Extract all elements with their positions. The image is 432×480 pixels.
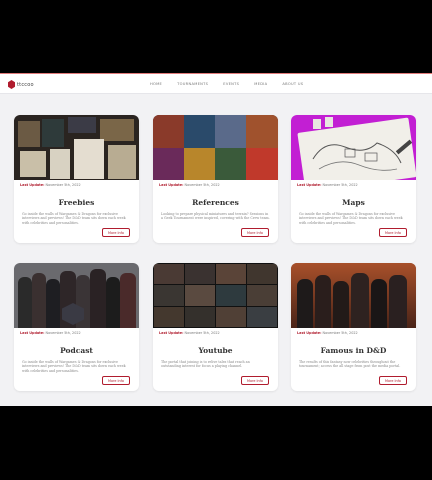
card-date: Last Update: November 5th, 2022 [159, 183, 220, 187]
card-description: Go inside the walls of Wargames & Dragon… [22, 360, 126, 373]
site-logo[interactable]: ttccoo [8, 80, 34, 89]
nav-link-media[interactable]: MEDIA [254, 82, 267, 86]
card-title: Freebies [58, 198, 95, 207]
letterbox-top [0, 0, 432, 73]
navbar: ttccoo HOME TOURNAMENTS EVENTS MEDIA ABO… [0, 73, 432, 94]
card-description: Go inside the walls of Wargames & Dragon… [22, 212, 126, 225]
map-sketch-icon [312, 142, 402, 171]
nav-link-events[interactable]: EVENTS [223, 82, 239, 86]
more-info-button[interactable]: More Info [102, 376, 130, 385]
maps-image [291, 115, 416, 180]
references-image [153, 115, 278, 180]
card-description: Looking to prepare physical miniatures a… [161, 212, 270, 221]
card-references: Last Update: November 5th, 2022 Referenc… [153, 115, 278, 243]
card-date: Last Update: November 5th, 2022 [159, 331, 220, 335]
more-info-button[interactable]: More Info [102, 228, 130, 237]
famous-image [291, 263, 416, 328]
more-info-button[interactable]: More Info [379, 228, 407, 237]
card-description: Go inside the walls of Wargames & Dragon… [299, 212, 403, 225]
card-freebies: Last Update: November 5th, 2022 Freebies… [14, 115, 139, 243]
card-date: Last Update: November 5th, 2022 [297, 331, 358, 335]
more-info-button[interactable]: More Info [241, 376, 269, 385]
card-description: The results of this fantasy now celebrit… [299, 360, 401, 369]
more-info-button[interactable]: More Info [379, 376, 407, 385]
card-podcast: Last Update: November 5th, 2022 Podcast … [14, 263, 139, 391]
card-title: Maps [342, 198, 365, 207]
logo-icon [8, 80, 15, 89]
logo-text: ttccoo [17, 81, 34, 88]
browser-viewport: ttccoo HOME TOURNAMENTS EVENTS MEDIA ABO… [0, 73, 432, 406]
card-title: Youtube [198, 346, 233, 355]
podcast-image [14, 263, 139, 328]
card-youtube: Last Update: November 5th, 2022 Youtube … [153, 263, 278, 391]
card-date: Last Update: November 5th, 2022 [20, 183, 81, 187]
card-famous: Last Update: November 5th, 2022 Famous i… [291, 263, 416, 391]
more-info-button[interactable]: More Info [241, 228, 269, 237]
nav-link-tournaments[interactable]: TOURNAMENTS [177, 82, 208, 86]
card-date: Last Update: November 5th, 2022 [297, 183, 358, 187]
card-title: Podcast [60, 346, 93, 355]
card-description: The portal that joining is to relive tal… [161, 360, 250, 369]
youtube-image [153, 263, 278, 328]
card-title: References [192, 198, 239, 207]
nav-links: HOME TOURNAMENTS EVENTS MEDIA ABOUT US [150, 82, 303, 86]
card-maps: Last Update: November 5th, 2022 Maps Go … [291, 115, 416, 243]
card-title: Famous in D&D [320, 346, 387, 355]
nav-link-about[interactable]: ABOUT US [282, 82, 303, 86]
card-date: Last Update: November 5th, 2022 [20, 331, 81, 335]
nav-link-home[interactable]: HOME [150, 82, 162, 86]
letterbox-bottom [0, 406, 432, 480]
freebies-image [14, 115, 139, 180]
